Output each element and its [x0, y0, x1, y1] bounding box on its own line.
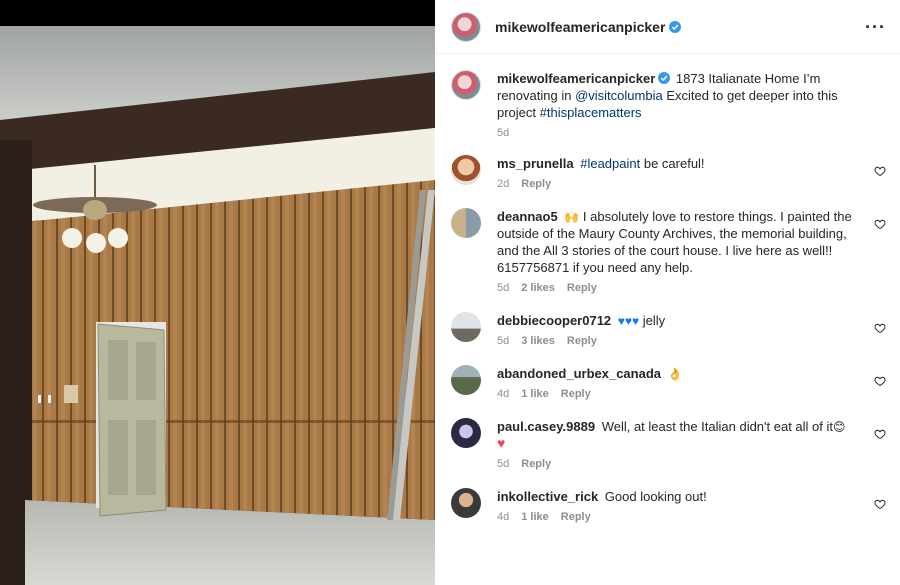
comment-time[interactable]: 2d: [497, 178, 509, 190]
comment-meta: 4d 1 like Reply: [497, 388, 862, 400]
comment-likes[interactable]: 2 likes: [521, 282, 555, 294]
comment-time[interactable]: 5d: [497, 335, 509, 347]
comment-meta: 5d Reply: [497, 458, 862, 470]
commenter-avatar[interactable]: [451, 312, 481, 342]
heart-outline-icon[interactable]: [874, 428, 886, 440]
comment-item: ms_prunella #leadpaint be careful! 2d Re…: [451, 155, 886, 190]
comment-meta: 5d 2 likes Reply: [497, 282, 862, 294]
blue-heart-emoji: ♥: [617, 314, 625, 328]
caption-author-avatar[interactable]: [451, 70, 481, 100]
comment-item: debbiecooper0712 ♥♥♥ jelly 5d 3 likes Re…: [451, 312, 886, 347]
heart-outline-icon[interactable]: [874, 375, 886, 387]
comment-username[interactable]: deannao5: [497, 209, 558, 224]
comment-username[interactable]: inkollective_rick: [497, 489, 598, 504]
caption: mikewolfeamericanpicker 1873 Italianate …: [451, 70, 886, 139]
comment-time[interactable]: 4d: [497, 511, 509, 523]
commenter-avatar[interactable]: [451, 208, 481, 238]
comment-likes[interactable]: 3 likes: [521, 335, 555, 347]
blue-heart-emoji: ♥: [624, 314, 633, 328]
heart-outline-icon[interactable]: [874, 218, 886, 230]
caption-text: mikewolfeamericanpicker 1873 Italianate …: [497, 70, 862, 121]
author-username-text[interactable]: mikewolfeamericanpicker: [495, 19, 665, 35]
comment-item: inkollective_rick Good looking out! 4d 1…: [451, 488, 886, 523]
reply-button[interactable]: Reply: [521, 178, 551, 190]
comment-text: deannao5 🙌 I absolutely love to restore …: [497, 208, 862, 276]
comment-username[interactable]: debbiecooper0712: [497, 313, 611, 328]
comments-list: mikewolfeamericanpicker 1873 Italianate …: [435, 54, 900, 523]
heart-outline-icon[interactable]: [874, 165, 886, 177]
comment-text: debbiecooper0712 ♥♥♥ jelly: [497, 312, 862, 329]
caption-time[interactable]: 5d: [497, 127, 509, 139]
post-side-panel: mikewolfeamericanpicker ··· mikewolfeame…: [435, 0, 900, 585]
more-options-icon[interactable]: ···: [865, 18, 886, 36]
heart-outline-icon[interactable]: [874, 498, 886, 510]
comment-hashtag-link[interactable]: #leadpaint: [580, 156, 640, 171]
blue-heart-emoji: ♥: [632, 314, 640, 328]
reply-button[interactable]: Reply: [567, 282, 597, 294]
caption-username[interactable]: mikewolfeamericanpicker: [497, 71, 655, 86]
comment-body: be careful!: [643, 156, 705, 171]
smiling-face-emoji: 😊: [833, 420, 846, 434]
comment-meta: 4d 1 like Reply: [497, 511, 862, 523]
post-header: mikewolfeamericanpicker ···: [435, 0, 900, 54]
comment-likes[interactable]: 1 like: [521, 511, 549, 523]
comment-meta: 5d 3 likes Reply: [497, 335, 862, 347]
comment-body: Good looking out!: [604, 489, 707, 504]
caption-meta: 5d: [497, 127, 862, 139]
comment-time[interactable]: 4d: [497, 388, 509, 400]
ok-hand-emoji: 👌: [667, 367, 683, 381]
reply-button[interactable]: Reply: [561, 511, 591, 523]
comment-item: deannao5 🙌 I absolutely love to restore …: [451, 208, 886, 294]
comment-text: paul.casey.9889 Well, at least the Itali…: [497, 418, 862, 452]
verified-badge-icon: [669, 20, 682, 33]
comment-body: Well, at least the Italian didn't eat al…: [601, 419, 834, 434]
comment-item: abandoned_urbex_canada 👌 4d 1 like Reply: [451, 365, 886, 400]
post-photo[interactable]: [0, 0, 435, 585]
red-heart-emoji: ♥: [497, 435, 506, 451]
comment-username[interactable]: paul.casey.9889: [497, 419, 595, 434]
commenter-avatar[interactable]: [451, 365, 481, 395]
hugging-face-emoji: 🙌: [564, 210, 580, 224]
commenter-avatar[interactable]: [451, 418, 481, 448]
comment-time[interactable]: 5d: [497, 458, 509, 470]
comment-meta: 2d Reply: [497, 178, 862, 190]
comment-text: ms_prunella #leadpaint be careful!: [497, 155, 862, 172]
caption-hashtag-link[interactable]: #thisplacematters: [540, 105, 642, 120]
comment-time[interactable]: 5d: [497, 282, 509, 294]
reply-button[interactable]: Reply: [567, 335, 597, 347]
commenter-avatar[interactable]: [451, 155, 481, 185]
caption-mention-link[interactable]: @visitcolumbia: [575, 88, 663, 103]
verified-badge-icon: [658, 72, 671, 84]
comment-username[interactable]: abandoned_urbex_canada: [497, 366, 661, 381]
comment-username[interactable]: ms_prunella: [497, 156, 574, 171]
reply-button[interactable]: Reply: [521, 458, 551, 470]
comment-item: paul.casey.9889 Well, at least the Itali…: [451, 418, 886, 470]
reply-button[interactable]: Reply: [561, 388, 591, 400]
author-avatar[interactable]: [451, 11, 481, 42]
heart-outline-icon[interactable]: [874, 322, 886, 334]
comment-likes[interactable]: 1 like: [521, 388, 549, 400]
commenter-avatar[interactable]: [451, 488, 481, 518]
comment-text: inkollective_rick Good looking out!: [497, 488, 862, 505]
room-photo-illustration: [0, 0, 435, 585]
comment-body: jelly: [642, 313, 666, 328]
comment-text: abandoned_urbex_canada 👌: [497, 365, 862, 382]
author-username[interactable]: mikewolfeamericanpicker: [495, 19, 682, 35]
